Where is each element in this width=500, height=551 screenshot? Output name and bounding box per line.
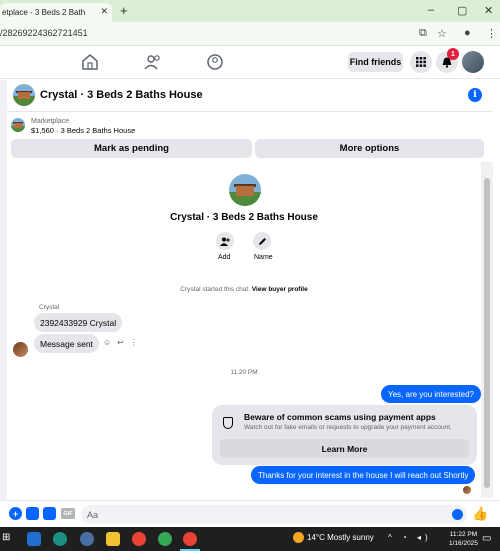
tab-close-icon[interactable]: ✕ <box>100 6 108 17</box>
weather-text: 14°C Mostly sunny <box>307 533 374 542</box>
listing-source: Marketplace <box>31 118 70 125</box>
gif-icon[interactable]: GIF <box>61 508 75 519</box>
new-tab-button[interactable]: + <box>120 3 128 18</box>
sun-icon <box>293 532 304 543</box>
add-label: Add <box>218 254 231 261</box>
seen-receipt-avatar <box>463 486 471 494</box>
maximize-icon[interactable]: ▢ <box>457 4 467 17</box>
home-icon[interactable] <box>80 53 100 71</box>
chrome-profile-icon[interactable] <box>158 532 172 546</box>
outgoing-message[interactable]: Thanks for your interest in the house I … <box>251 466 476 484</box>
listing-small-thumbnail[interactable] <box>11 118 25 132</box>
add-person-icon[interactable] <box>216 232 234 250</box>
conversation-title: Crystal · 3 Beds 2 Baths House <box>170 212 318 223</box>
clock-time: 11:22 PM <box>449 531 478 538</box>
edit-name-pencil-icon[interactable] <box>253 232 271 250</box>
plus-icon[interactable]: + <box>9 507 22 520</box>
more-options-button[interactable]: More options <box>255 139 484 158</box>
chrome-active-icon[interactable] <box>183 532 197 546</box>
left-panel-edge <box>0 80 7 500</box>
warning-subtitle: Watch out for fake emails or requests to… <box>244 424 452 431</box>
facebook-top-nav: Find friends 1 <box>0 46 500 79</box>
chat-started-text: Crystal started this chat. <box>180 286 252 293</box>
shield-icon <box>223 417 233 429</box>
more-actions-icon[interactable]: ⋮ <box>130 338 138 347</box>
weather-widget[interactable]: 14°C Mostly sunny <box>293 532 374 543</box>
profile-avatar[interactable] <box>462 51 484 73</box>
scrollbar-thumb[interactable] <box>484 178 490 488</box>
photo-icon[interactable] <box>26 507 39 520</box>
view-buyer-profile-link[interactable]: View buyer profile <box>252 286 308 293</box>
clock-date: 1/16/2025 <box>449 540 478 547</box>
name-label: Name <box>254 254 273 261</box>
incoming-message[interactable]: Message sent <box>34 334 99 353</box>
chat-header: Crystal · 3 Beds 2 Baths House i <box>7 80 493 112</box>
mark-as-pending-button[interactable]: Mark as pending <box>11 139 252 158</box>
friends-icon[interactable] <box>143 53 163 71</box>
close-window-icon[interactable]: ✕ <box>484 4 493 17</box>
browser-tab-strip: etplace - 3 Beds 2 Bath ✕ + – ▢ ✕ <box>0 0 500 22</box>
listing-price[interactable]: $1,560 · 3 Beds 2 Baths House <box>31 126 135 135</box>
learn-more-button[interactable]: Learn More <box>220 439 469 458</box>
bookmark-star-icon[interactable]: ☆ <box>437 27 447 40</box>
sender-avatar[interactable] <box>13 342 28 357</box>
account-icon[interactable]: ● <box>464 27 471 39</box>
install-app-icon[interactable]: ⧉ <box>419 27 427 40</box>
reply-icon[interactable]: ↩ <box>117 338 124 347</box>
menu-grid-icon[interactable] <box>410 51 432 73</box>
chat-started-notice: Crystal started this chat. View buyer pr… <box>7 286 481 293</box>
url-text[interactable]: /28269224362721451 <box>0 28 88 38</box>
file-manager-icon[interactable] <box>106 532 120 546</box>
chat-title[interactable]: Crystal · 3 Beds 2 Baths House <box>40 89 203 101</box>
browser-menu-icon[interactable]: ⋮ <box>486 27 497 40</box>
edge-icon[interactable] <box>53 532 67 546</box>
minimize-icon[interactable]: – <box>428 4 434 16</box>
outgoing-message[interactable]: Yes, are you interested? <box>381 385 481 403</box>
chrome-icon[interactable] <box>132 532 146 546</box>
listing-banner: Marketplace $1,560 · 3 Beds 2 Baths Hous… <box>7 113 493 160</box>
sticker-icon[interactable] <box>43 507 56 520</box>
message-actions: ☺ ↩ ⋮ <box>103 338 138 347</box>
task-view-icon[interactable]: ⊞ <box>2 532 16 546</box>
browser-tab[interactable]: etplace - 3 Beds 2 Bath ✕ <box>0 3 112 22</box>
message-composer: + GIF 👍 <box>0 500 500 527</box>
listing-thumbnail[interactable] <box>13 84 35 106</box>
taskbar-clock[interactable]: 11:22 PM 1/16/2025 <box>449 530 478 548</box>
notification-center-icon[interactable]: ▭ <box>482 533 491 544</box>
message-timestamp: 11:20 PM <box>230 369 258 376</box>
app-icon[interactable] <box>80 532 94 546</box>
incoming-message[interactable]: 2392433929 Crystal <box>34 313 123 332</box>
conversation-listing-image[interactable] <box>229 174 261 206</box>
emoji-icon[interactable] <box>452 509 463 520</box>
address-bar: /28269224362721451 ⧉ ☆ ● ⋮ <box>0 22 500 46</box>
groups-icon[interactable] <box>205 53 225 71</box>
react-emoji-icon[interactable]: ☺ <box>103 338 111 347</box>
warning-title: Beware of common scams using payment app… <box>244 412 436 422</box>
find-friends-button[interactable]: Find friends <box>348 52 403 72</box>
scam-warning-card: Beware of common scams using payment app… <box>212 405 477 465</box>
message-input[interactable] <box>81 505 467 524</box>
thumbs-up-icon[interactable]: 👍 <box>472 506 488 522</box>
windows-taskbar: ⊞ 14°C Mostly sunny ^ ◔ ◂) 11:22 PM 1/16… <box>0 527 500 551</box>
info-icon[interactable]: i <box>468 88 482 102</box>
file-explorer-icon[interactable] <box>27 532 41 546</box>
tab-title: etplace - 3 Beds 2 Bath <box>2 8 86 17</box>
sender-name: Crystal <box>39 304 60 311</box>
system-tray-icons[interactable]: ^ ◔ ◂) <box>388 533 432 542</box>
message-thread: Crystal · 3 Beds 2 Baths House Add Name … <box>7 162 481 498</box>
notification-count-badge: 1 <box>447 48 459 60</box>
